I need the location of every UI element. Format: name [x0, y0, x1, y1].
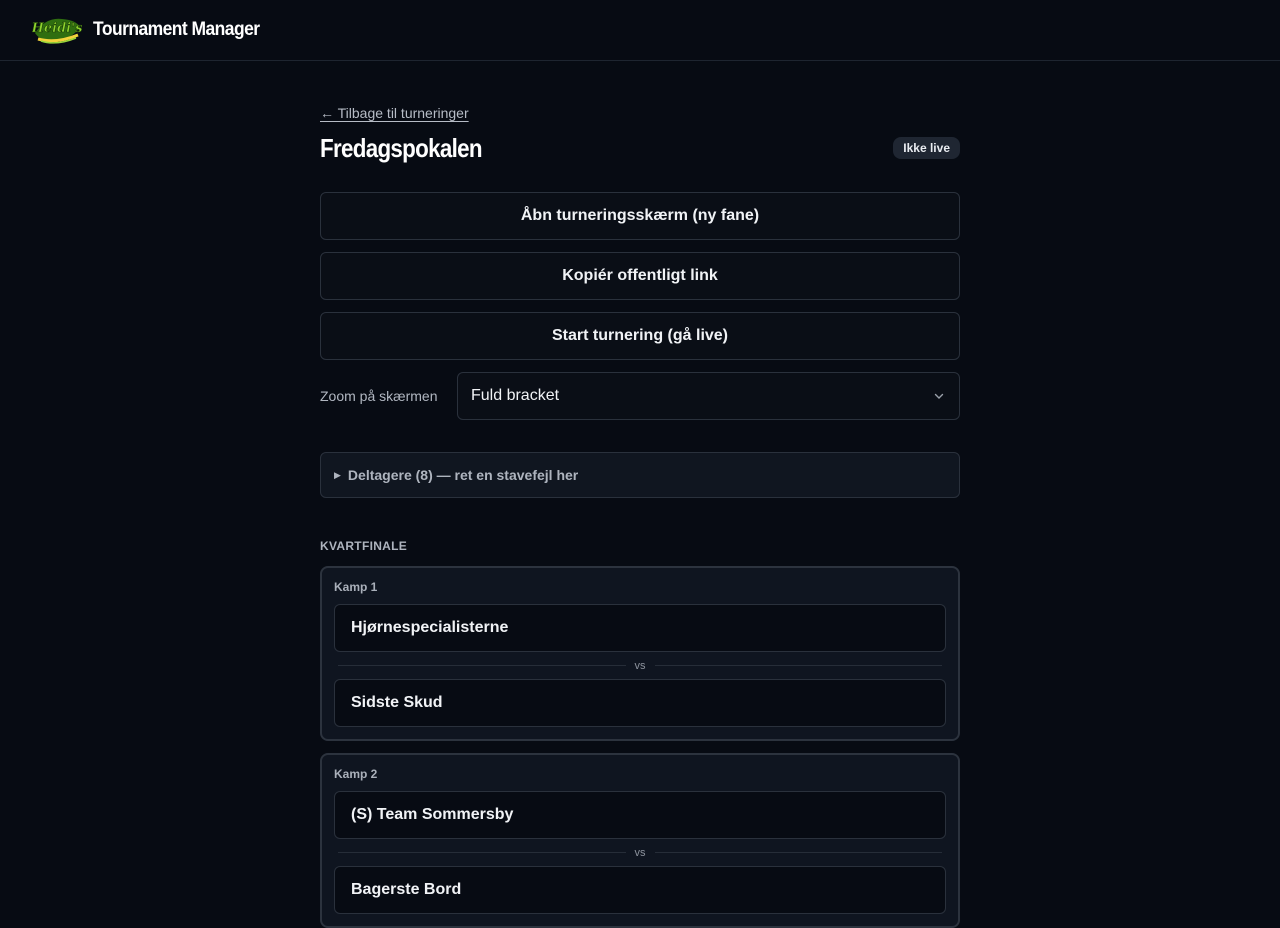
- disclosure-triangle-icon: ▶: [334, 469, 341, 480]
- vs-divider: vs: [334, 839, 946, 866]
- start-tournament-button[interactable]: Start turnering (gå live): [320, 312, 960, 360]
- main-content: ← Tilbage til turneringer Fredagspokalen…: [320, 61, 960, 928]
- svg-text:Heidi's: Heidi's: [32, 21, 82, 36]
- divider-line: [654, 852, 942, 853]
- back-to-tournaments-link[interactable]: ← Tilbage til turneringer: [320, 105, 469, 121]
- zoom-selected-value: Fuld bracket: [471, 387, 560, 404]
- round-heading: KVARTFINALE: [320, 539, 408, 553]
- vs-divider: vs: [334, 652, 946, 679]
- logo-graphic: Heidi's: [32, 18, 82, 44]
- status-badge: Ikke live: [893, 137, 960, 159]
- team-slot[interactable]: Sidste Skud: [334, 679, 946, 727]
- divider-line: [338, 852, 626, 853]
- divider-line: [338, 665, 626, 666]
- match-card: Kamp 1 Hjørnespecialisterne vs Sidste Sk…: [320, 566, 960, 741]
- match-label: Kamp 2: [334, 767, 378, 781]
- match-card: Kamp 2 (S) Team Sommersby vs Bagerste Bo…: [320, 753, 960, 928]
- title-row: Fredagspokalen Ikke live: [320, 129, 960, 167]
- copy-link-button[interactable]: Kopiér offentligt link: [320, 252, 960, 300]
- team-slot[interactable]: (S) Team Sommersby: [334, 791, 946, 839]
- zoom-row: Zoom på skærmen Fuld bracket: [320, 372, 960, 420]
- zoom-select[interactable]: Fuld bracket: [457, 372, 960, 420]
- page-title: Fredagspokalen: [320, 132, 483, 163]
- top-bar: Heidi's Tournament Manager: [0, 0, 1280, 61]
- team-slot[interactable]: Bagerste Bord: [334, 866, 946, 914]
- participants-toggle[interactable]: ▶ Deltagere (8) — ret en stavefejl her: [320, 452, 960, 498]
- vs-label: vs: [634, 659, 646, 672]
- app-title: Tournament Manager: [93, 19, 260, 40]
- open-screen-button[interactable]: Åbn turneringsskærm (ny fane): [320, 192, 960, 240]
- app-logo[interactable]: Heidi's: [32, 13, 82, 47]
- chevron-down-icon: [934, 393, 944, 399]
- team-slot[interactable]: Hjørnespecialisterne: [334, 604, 946, 652]
- zoom-label: Zoom på skærmen: [320, 388, 438, 404]
- match-label: Kamp 1: [334, 580, 378, 594]
- vs-label: vs: [634, 846, 646, 859]
- divider-line: [654, 665, 942, 666]
- participants-summary: Deltagere (8) — ret en stavefejl her: [347, 467, 579, 483]
